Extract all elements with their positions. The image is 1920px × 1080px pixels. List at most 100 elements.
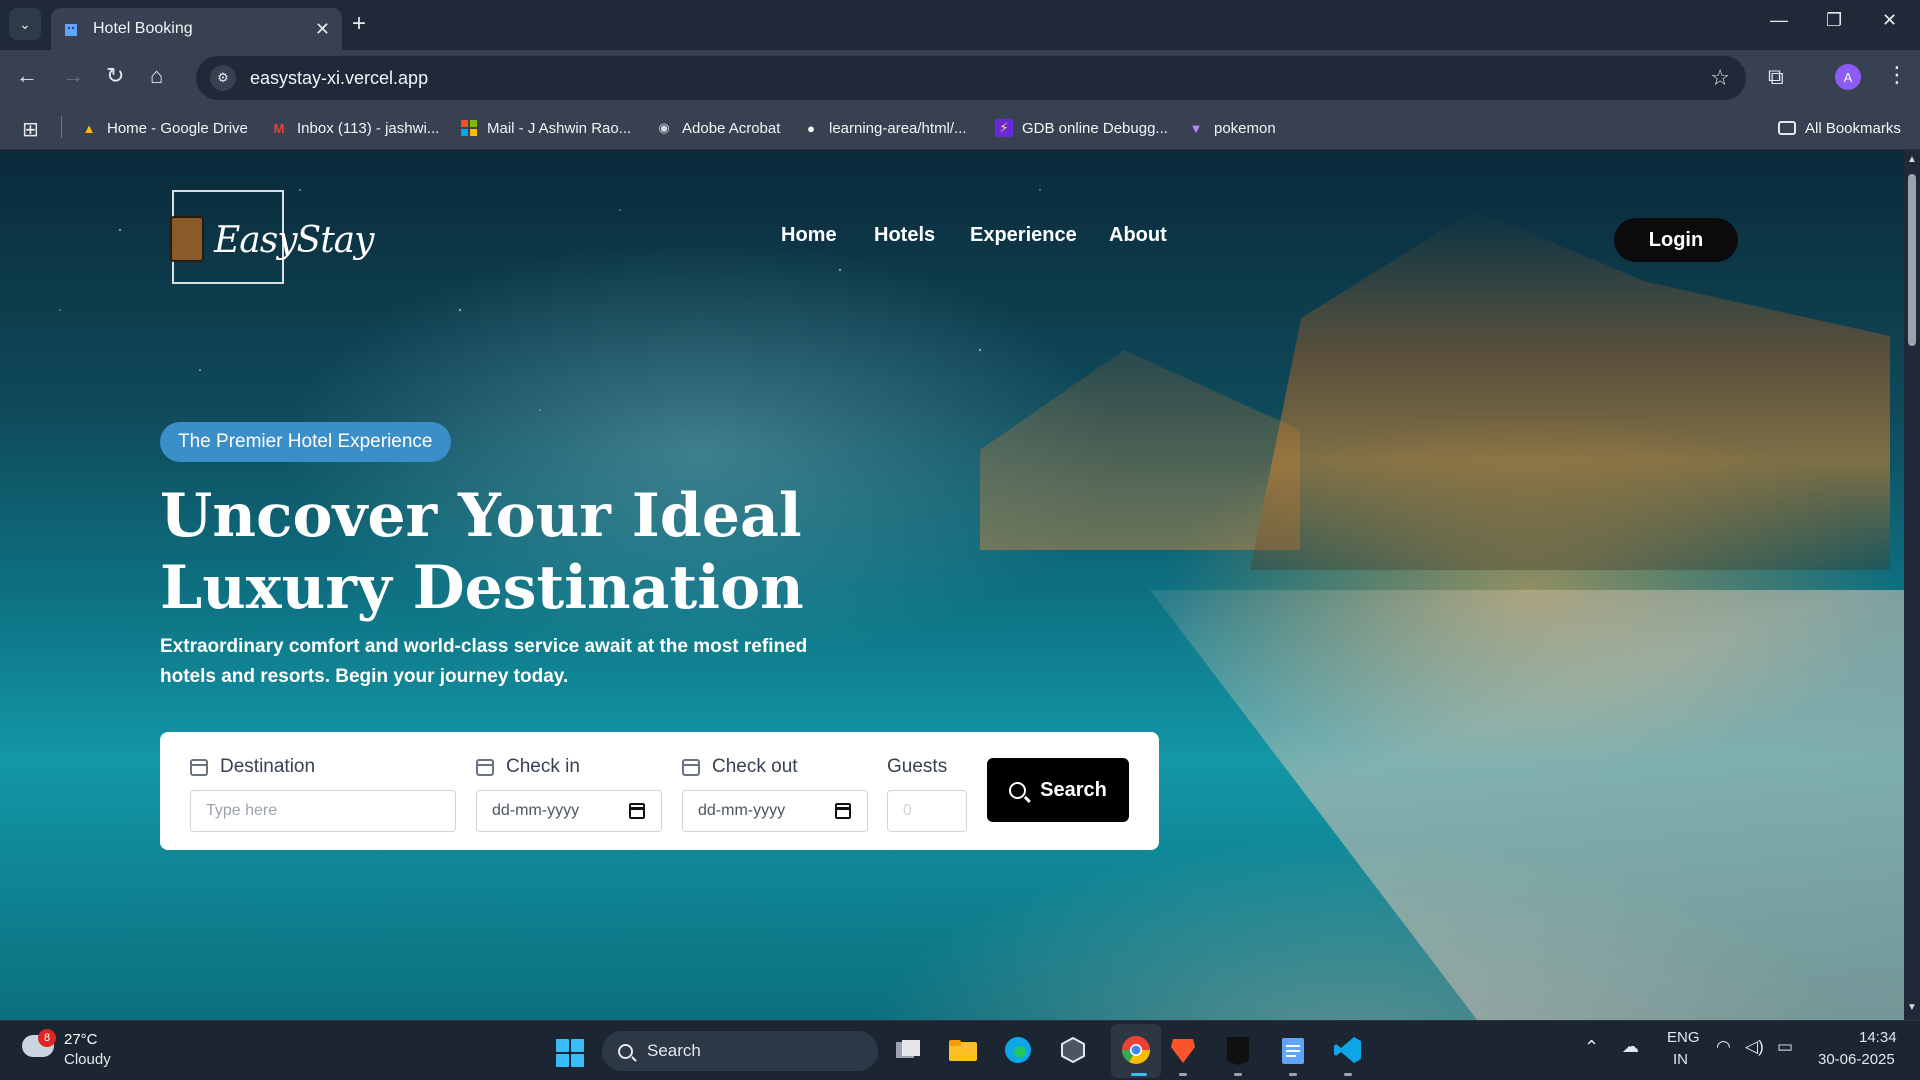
onedrive-cloud-icon[interactable]: ☁ [1622, 1037, 1639, 1057]
checkin-label: Check in [476, 756, 580, 778]
vscode-icon[interactable] [1331, 1033, 1365, 1067]
bookmark-gdb[interactable]: ⚡ GDB online Debugg... [995, 116, 1168, 140]
bookmark-label: GDB online Debugg... [1022, 119, 1168, 137]
clock-time[interactable]: 14:34 [1859, 1029, 1897, 1046]
weather-temperature[interactable]: 27°C [64, 1031, 98, 1048]
tray-overflow-chevron-icon[interactable]: ⌃ [1584, 1037, 1599, 1058]
tab-active[interactable]: Hotel Booking ✕ [51, 8, 342, 50]
google-drive-icon: ▲ [82, 120, 96, 136]
brave-icon[interactable] [1166, 1033, 1200, 1067]
taskbar-search-label: Search [647, 1041, 701, 1060]
clock-date[interactable]: 30-06-2025 [1818, 1051, 1895, 1068]
checkin-value: dd-mm-yyyy [492, 802, 580, 819]
tab-search-button[interactable]: ⌄ [9, 8, 41, 40]
microsoft-icon [460, 119, 478, 137]
bookmark-star-icon[interactable]: ☆ [1710, 65, 1730, 91]
close-tab-icon[interactable]: ✕ [315, 19, 330, 40]
headline-line-2: Luxury Destination [160, 553, 804, 623]
scroll-up-arrow-icon[interactable]: ▲ [1907, 154, 1917, 165]
minimize-icon[interactable]: — [1770, 10, 1788, 31]
language-top[interactable]: ENG [1667, 1029, 1700, 1046]
site-header: EasyStay Home Hotels Experience About Lo… [0, 150, 1904, 284]
brave-running-indicator [1179, 1073, 1187, 1076]
gdb-icon: ⚡ [995, 119, 1013, 137]
chevron-down-icon: ⌄ [19, 15, 31, 32]
epic-running-indicator [1234, 1073, 1242, 1076]
notepad-icon[interactable] [1276, 1033, 1310, 1067]
restore-icon[interactable]: ❐ [1826, 10, 1842, 31]
close-window-icon[interactable]: ✕ [1882, 10, 1897, 31]
search-button[interactable]: Search [987, 758, 1129, 822]
extensions-icon[interactable]: ⧉ [1768, 64, 1784, 90]
nav-hotels[interactable]: Hotels [874, 224, 935, 247]
headline-line-1: Uncover Your Ideal [160, 481, 802, 551]
checkin-label-text: Check in [506, 756, 580, 777]
edge-browser-icon[interactable] [1001, 1033, 1035, 1067]
wifi-icon[interactable]: ◠ [1716, 1037, 1731, 1057]
guests-input[interactable]: 0 [887, 790, 967, 832]
battery-icon[interactable]: ▭ [1777, 1037, 1793, 1057]
destination-input[interactable]: Type here [190, 790, 456, 832]
bookmark-separator [61, 116, 62, 138]
bookmark-github[interactable]: ● learning-area/html/... [802, 116, 967, 140]
site-settings-icon[interactable]: ⚙ [210, 65, 236, 91]
app-hexagon-icon[interactable] [1056, 1033, 1090, 1067]
bookmark-label: Mail - J Ashwin Rao... [487, 119, 632, 137]
epic-games-icon[interactable] [1221, 1033, 1255, 1067]
nav-experience[interactable]: Experience [970, 224, 1077, 247]
profile-avatar[interactable]: A [1835, 64, 1861, 90]
bookmark-outlook[interactable]: Mail - J Ashwin Rao... [460, 116, 631, 140]
checkout-date-input[interactable]: dd-mm-yyyy [682, 790, 868, 832]
github-icon: ● [807, 120, 815, 136]
nav-home[interactable]: Home [781, 224, 837, 247]
reload-icon[interactable]: ↻ [106, 64, 124, 88]
chrome-icon[interactable] [1119, 1033, 1153, 1067]
weather-notification-badge: 8 [38, 1029, 56, 1047]
checkin-date-input[interactable]: dd-mm-yyyy [476, 790, 662, 832]
language-bottom[interactable]: IN [1673, 1051, 1688, 1068]
windows-start-icon[interactable] [556, 1039, 584, 1067]
menu-kebab-icon[interactable]: ⋮ [1886, 62, 1908, 88]
volume-icon[interactable]: ◁) [1745, 1037, 1764, 1057]
date-picker-icon[interactable] [835, 803, 851, 819]
all-bookmarks[interactable]: All Bookmarks [1778, 116, 1901, 140]
calendar-icon [476, 758, 494, 776]
logo-text[interactable]: EasyStay [214, 220, 374, 261]
login-button[interactable]: Login [1614, 218, 1738, 262]
taskbar-search[interactable]: Search [602, 1031, 878, 1071]
apps-grid-icon[interactable]: ⊞ [22, 117, 39, 142]
file-explorer-icon[interactable] [946, 1033, 980, 1067]
checkout-label: Check out [682, 756, 798, 778]
page-scrollbar[interactable]: ▲ ▼ [1904, 150, 1920, 1020]
weather-description[interactable]: Cloudy [64, 1051, 111, 1068]
notepad-running-indicator [1289, 1073, 1297, 1076]
home-icon[interactable]: ⌂ [150, 64, 163, 88]
hero-badge: The Premier Hotel Experience [160, 422, 451, 462]
task-view-icon[interactable] [891, 1033, 925, 1067]
hero-headline: Uncover Your Ideal Luxury Destination [160, 480, 960, 624]
calendar-icon [682, 758, 700, 776]
date-picker-icon[interactable] [629, 803, 645, 819]
search-button-label: Search [1040, 778, 1107, 801]
new-tab-button[interactable]: + [352, 10, 366, 38]
acrobat-icon: ◉ [658, 120, 670, 135]
forward-arrow-icon[interactable]: → [62, 64, 84, 88]
bookmark-adobe-acrobat[interactable]: ◉ Adobe Acrobat [655, 116, 780, 140]
back-arrow-icon[interactable]: ← [16, 64, 38, 88]
search-icon [1009, 781, 1027, 799]
guests-label: Guests [887, 756, 948, 777]
nav-about[interactable]: About [1109, 224, 1167, 247]
search-icon [618, 1043, 633, 1059]
booking-search-form: Destination Type here Check in dd-mm-yyy… [160, 732, 1159, 850]
chrome-running-indicator [1131, 1073, 1147, 1076]
address-bar[interactable]: ⚙ easystay-xi.vercel.app ☆ [196, 56, 1746, 100]
scroll-down-arrow-icon[interactable]: ▼ [1907, 1002, 1917, 1013]
bookmark-google-drive[interactable]: ▲ Home - Google Drive [80, 116, 248, 140]
bookmark-pokemon[interactable]: ▼ pokemon [1187, 116, 1276, 140]
suitcase-logo-icon [170, 216, 204, 262]
vscode-running-indicator [1344, 1073, 1352, 1076]
browser-toolbar: ← → ↻ ⌂ ⚙ easystay-xi.vercel.app ☆ ⧉ A ⋮ [0, 50, 1920, 106]
bookmark-gmail[interactable]: M Inbox (113) - jashwi... [270, 116, 440, 140]
url-text[interactable]: easystay-xi.vercel.app [250, 68, 428, 89]
scrollbar-thumb[interactable] [1908, 174, 1916, 346]
